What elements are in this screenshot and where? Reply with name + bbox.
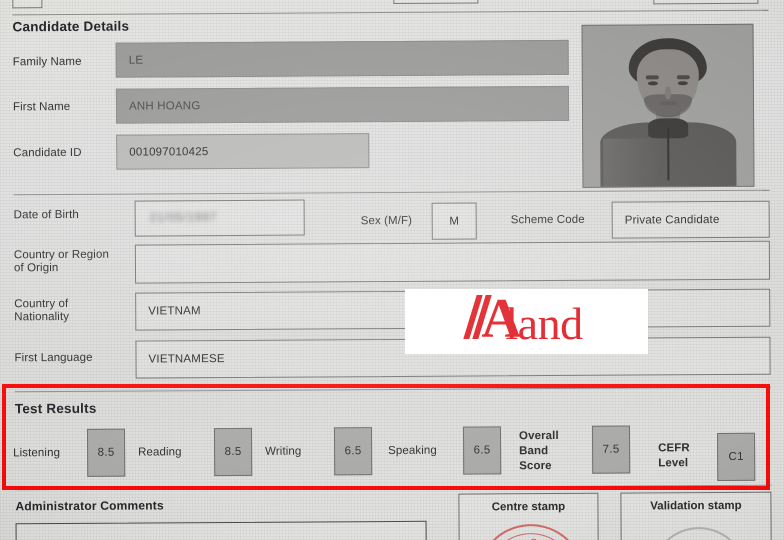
field-score-writing[interactable]: 6.5 — [333, 427, 373, 476]
value-score-writing: 6.5 — [344, 445, 362, 458]
aland-logo-letter: A — [481, 287, 522, 350]
cut-off-box-right — [653, 0, 759, 5]
form-sheet: Candidate Details Family Name LE First N… — [0, 0, 784, 540]
value-scheme-code: Private Candidate — [624, 213, 720, 227]
candidate-photo — [581, 23, 755, 188]
label-cefr-level: CEFR Level — [658, 442, 690, 470]
field-candidate-id[interactable]: 001097010425 — [116, 133, 370, 170]
field-sex[interactable]: M — [431, 202, 477, 240]
centre-stamp-caption: Centre stamp — [491, 500, 566, 514]
field-date-of-birth[interactable]: 21/05/1997 — [134, 199, 305, 237]
label-country-of-nationality: Country of Nationality — [14, 297, 70, 324]
test-results-title: Test Results — [14, 400, 97, 417]
field-scheme-code[interactable]: Private Candidate — [611, 200, 770, 239]
value-first-language: VIETNAMESE — [148, 353, 225, 366]
screenshot-root: Candidate Details Family Name LE First N… — [0, 0, 784, 540]
divider-before-results — [14, 386, 771, 393]
value-date-of-birth: 21/05/1997 — [149, 212, 218, 225]
value-first-name: ANH HOANG — [128, 99, 201, 113]
value-score-speaking: 6.5 — [473, 444, 491, 457]
value-family-name: LE — [128, 54, 144, 67]
aland-a-icon: A — [463, 291, 522, 347]
label-sex: Sex (M/F) — [360, 214, 413, 228]
label-score-writing: Writing — [265, 445, 302, 458]
validation-stamp-ink — [650, 526, 747, 540]
divider-after-results — [15, 484, 772, 491]
label-score-reading: Reading — [138, 446, 182, 459]
field-country-of-origin[interactable] — [134, 240, 771, 284]
value-overall-band-score: 7.5 — [602, 443, 620, 456]
centre-stamp-arc-text: Educat — [473, 520, 589, 540]
field-cefr-level[interactable]: C1 — [717, 432, 756, 482]
field-score-listening[interactable]: 8.5 — [86, 428, 126, 477]
label-family-name: Family Name — [12, 55, 82, 69]
field-administrator-comments[interactable] — [15, 520, 427, 540]
label-first-name: First Name — [12, 100, 71, 114]
field-family-name[interactable]: LE — [115, 39, 569, 78]
field-score-speaking[interactable]: 6.5 — [462, 426, 502, 475]
divider-after-id — [13, 189, 770, 196]
label-score-listening: Listening — [13, 447, 61, 460]
centre-stamp-arc-char: a — [551, 536, 562, 540]
value-country-of-nationality: VIETNAM — [148, 305, 201, 318]
centre-stamp-ink: Educat — [470, 517, 592, 540]
value-sex: M — [449, 215, 460, 228]
aland-logo-overlay: A land — [405, 289, 648, 354]
value-score-reading: 8.5 — [224, 445, 242, 459]
field-overall-band-score[interactable]: 7.5 — [591, 425, 631, 474]
validation-stamp-box: Validation stamp — [620, 491, 772, 540]
cut-off-box-left — [12, 0, 43, 9]
centre-stamp-arc-char: c — [530, 534, 537, 540]
administrator-comments-label: Administrator Comments — [15, 498, 164, 514]
label-scheme-code: Scheme Code — [510, 213, 585, 227]
label-first-language: First Language — [14, 351, 93, 365]
section-divider-top — [12, 9, 769, 16]
cut-off-box-middle — [393, 0, 479, 4]
label-date-of-birth: Date of Birth — [13, 208, 79, 222]
validation-stamp-caption: Validation stamp — [650, 499, 742, 513]
field-score-reading[interactable]: 8.5 — [213, 427, 253, 477]
label-overall-band-score: Overall Band Score — [518, 429, 559, 473]
value-cefr-level: C1 — [728, 450, 744, 463]
value-candidate-id: 001097010425 — [129, 145, 209, 159]
field-first-name[interactable]: ANH HOANG — [115, 85, 570, 124]
value-score-listening: 8.5 — [97, 446, 115, 459]
label-country-of-origin: Country or Region of Origin — [13, 248, 109, 275]
label-score-speaking: Speaking — [388, 444, 437, 458]
centre-stamp-box: Centre stamp Educat — [458, 492, 599, 540]
candidate-details-title: Candidate Details — [12, 18, 130, 35]
label-candidate-id: Candidate ID — [13, 146, 82, 160]
